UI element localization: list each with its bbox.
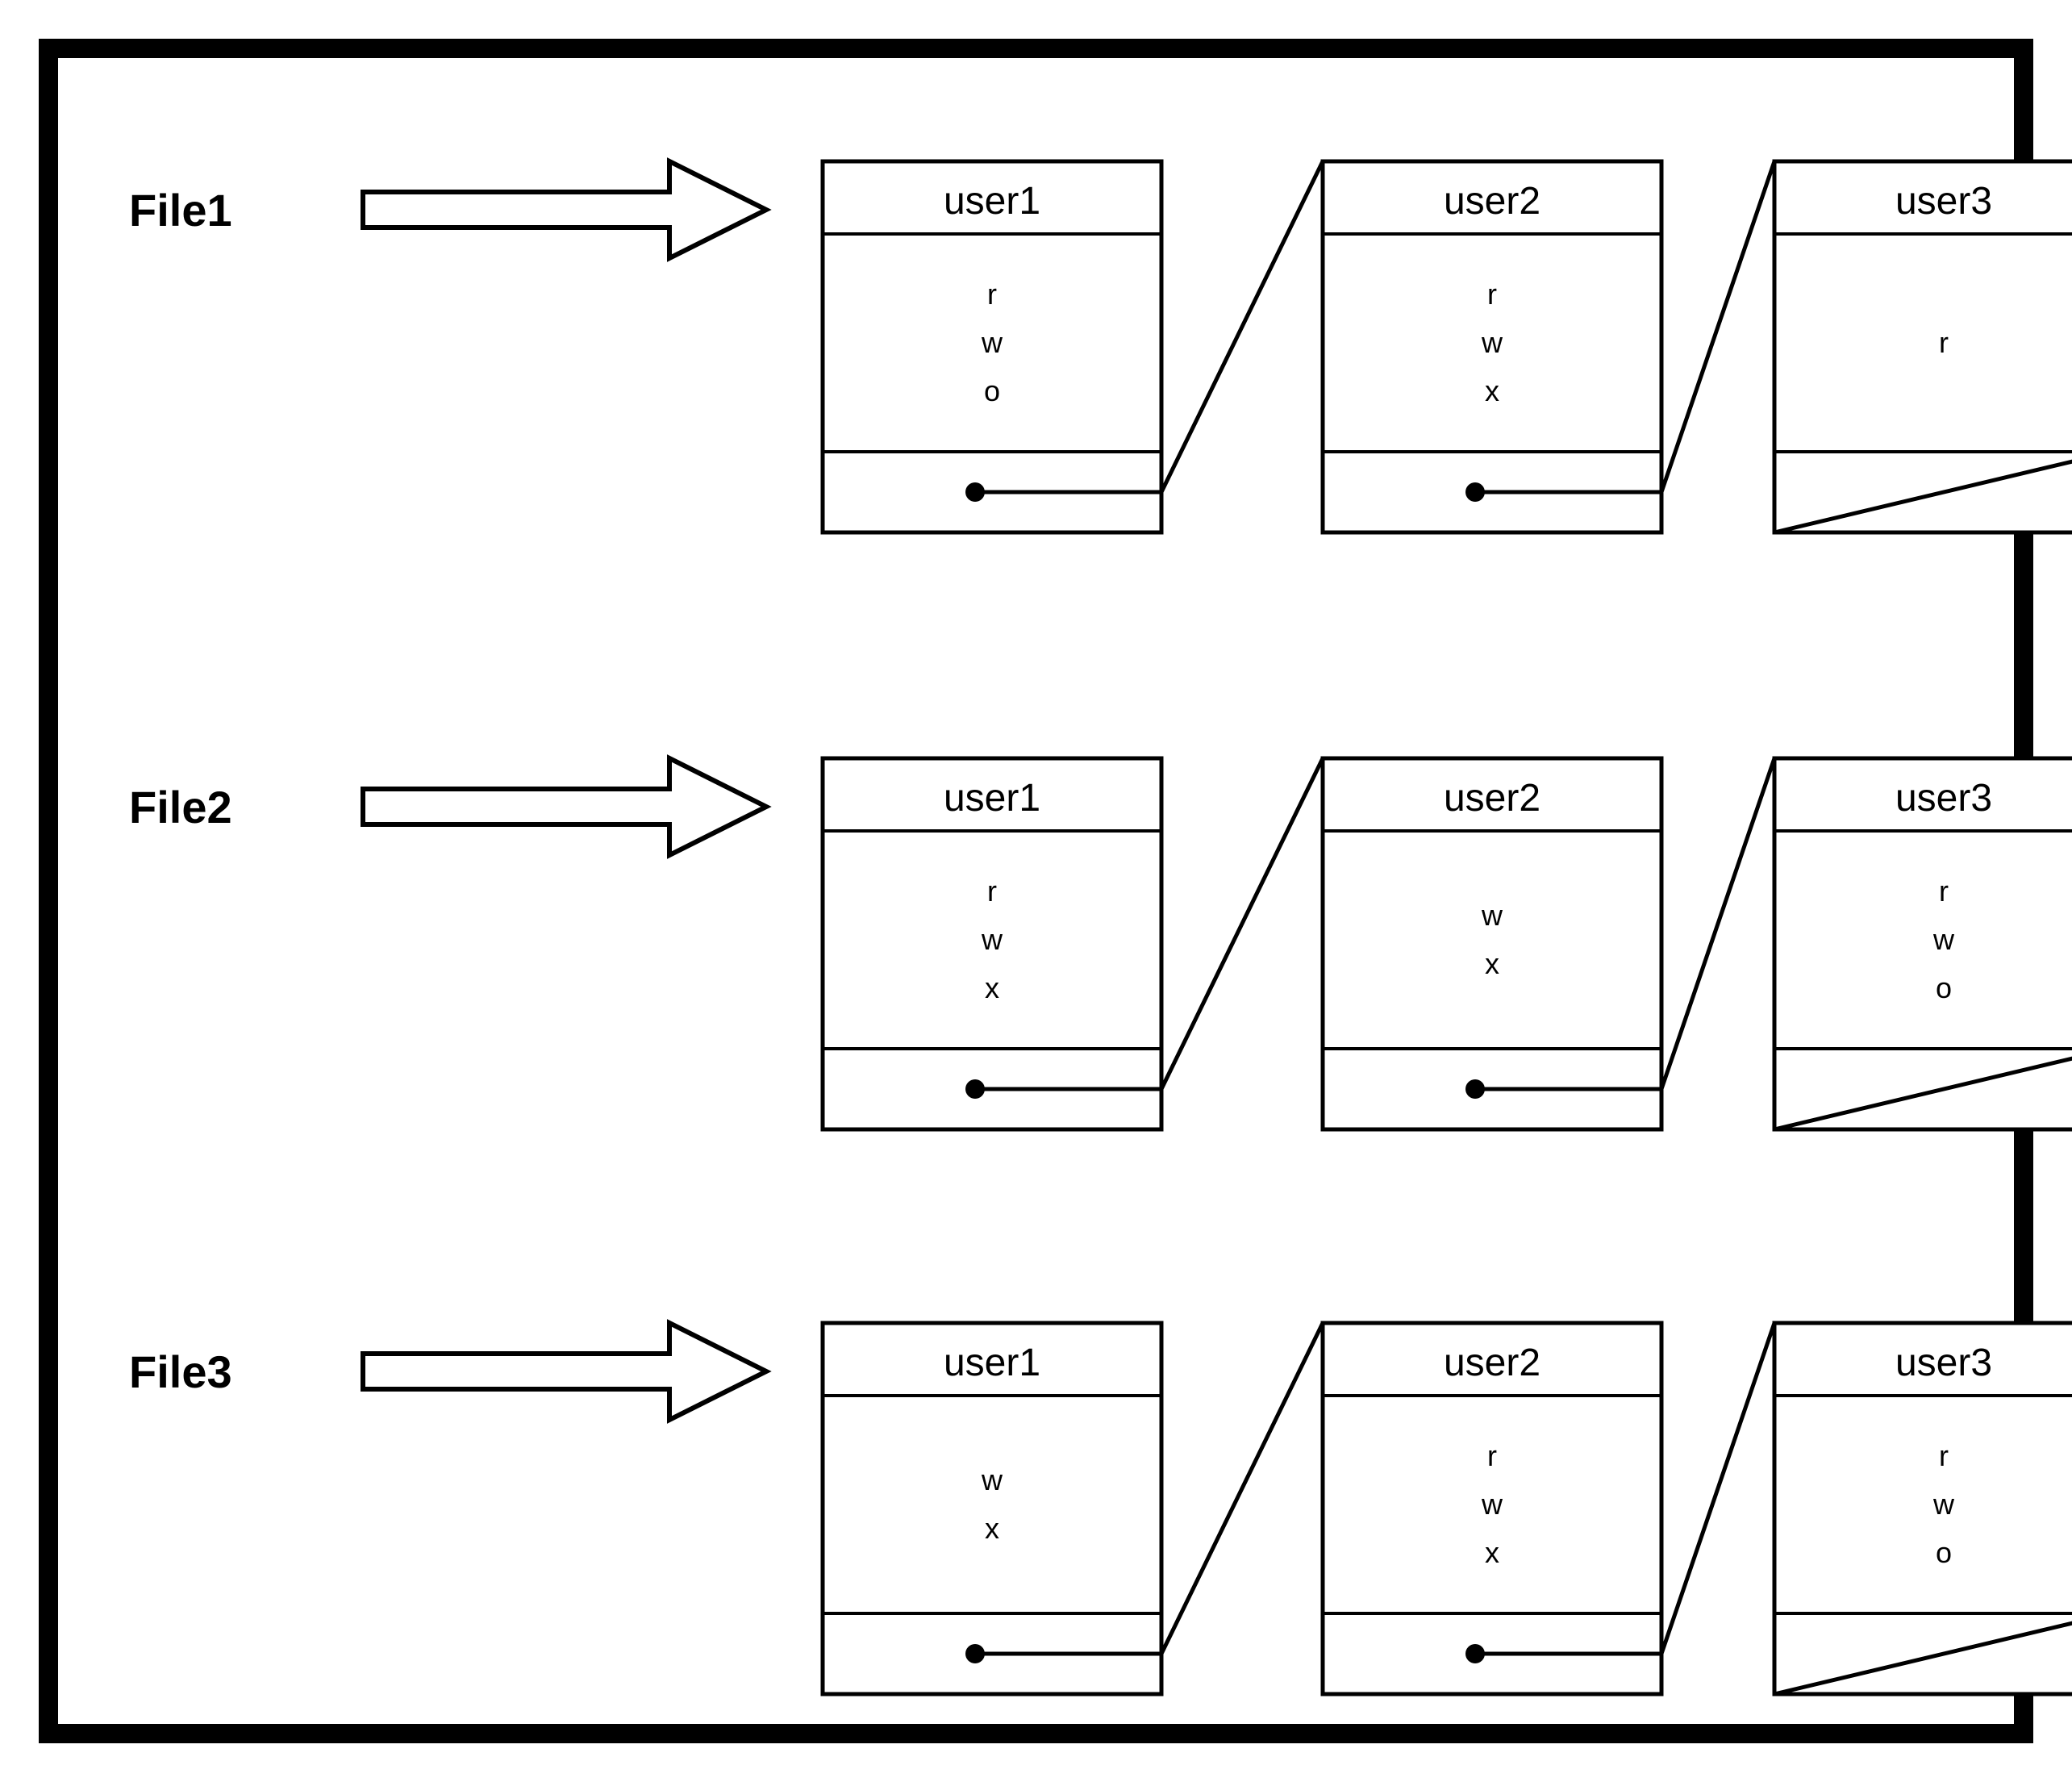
acl-diagram: File1user1rwouser2rwxuser3rFile2user1rwx… [0,0,2072,1782]
node-perm: o [984,374,1000,407]
node-perm: r [1487,278,1497,311]
pointer-link [1661,161,1774,492]
pointer-link [1161,161,1323,492]
file-arrow [363,758,766,855]
node-perm: r [1939,1439,1949,1472]
pointer-link [1661,1323,1774,1654]
file-label: File1 [129,185,232,236]
file-label: File2 [129,782,232,833]
node-user-label: user1 [944,1342,1040,1384]
node-user-label: user1 [944,180,1040,223]
node-perm: r [1939,874,1949,908]
node-perm: w [981,326,1003,359]
node-user-label: user2 [1444,777,1540,820]
node-perm: x [1485,1536,1499,1569]
node-perm: w [1932,1488,1955,1521]
node-perm: r [1487,1439,1497,1472]
node-perm: r [987,278,997,311]
node-perm: w [1481,326,1503,359]
node-user-label: user2 [1444,180,1540,223]
node-user-label: user2 [1444,1342,1540,1384]
node-user-label: user3 [1895,180,1992,223]
file-label: File3 [129,1346,232,1397]
node-perm: w [981,1463,1003,1496]
file-arrow [363,161,766,258]
node-perm: r [1939,326,1949,359]
node-perm: o [1936,1536,1952,1569]
node-user-label: user1 [944,777,1040,820]
node-user-label: user3 [1895,1342,1992,1384]
pointer-link [1661,758,1774,1089]
node-perm: x [1485,947,1499,980]
node-perm: w [1481,899,1503,932]
node-perm: w [1481,1488,1503,1521]
node-perm: x [985,971,999,1004]
pointer-link [1161,758,1323,1089]
node-perm: x [1485,374,1499,407]
node-perm: o [1936,971,1952,1004]
node-perm: x [985,1512,999,1545]
node-perm: w [981,923,1003,956]
node-perm: w [1932,923,1955,956]
node-perm: r [987,874,997,908]
node-user-label: user3 [1895,777,1992,820]
pointer-link [1161,1323,1323,1654]
file-arrow [363,1323,766,1420]
